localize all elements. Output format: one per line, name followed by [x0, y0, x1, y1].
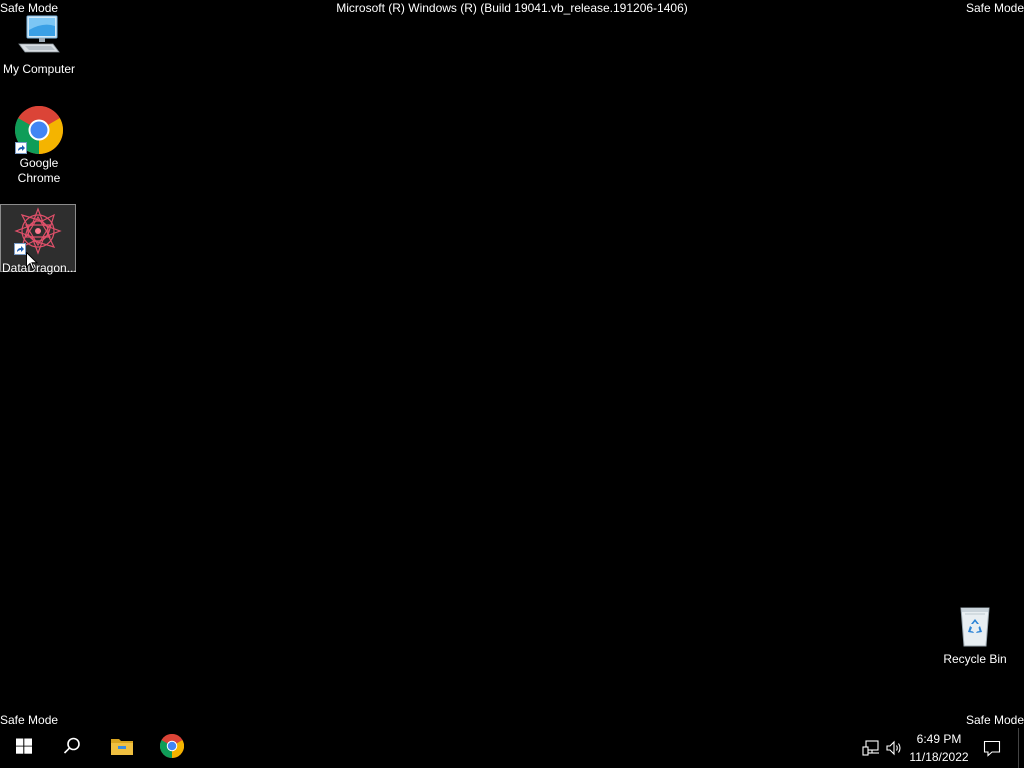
- mouse-cursor-icon: [26, 251, 39, 276]
- safe-mode-label-bottom-left: Safe Mode: [0, 713, 59, 727]
- start-button[interactable]: [0, 728, 48, 768]
- computer-icon: [15, 12, 63, 60]
- network-icon[interactable]: [862, 739, 880, 757]
- chrome-icon: [14, 105, 64, 154]
- taskbar-google-chrome[interactable]: [148, 728, 196, 768]
- datadragon-icon: [14, 207, 62, 255]
- desktop-icon-label: My Computer: [2, 62, 76, 76]
- desktop-icon-label: Google Chrome: [17, 156, 61, 185]
- taskbar: 6:49 PM 11/18/2022: [0, 728, 1024, 768]
- recycle-bin-icon: [951, 602, 999, 650]
- notifications-icon[interactable]: [983, 739, 1001, 757]
- desktop-icon-my-computer[interactable]: My Computer: [1, 12, 77, 77]
- safe-mode-label-bottom-right: Safe Mode: [965, 713, 1024, 727]
- desktop-icon-label: DataDragon...: [2, 261, 77, 275]
- desktop-icon-label: Recycle Bin: [943, 652, 1007, 666]
- chrome-icon: [159, 733, 185, 763]
- safe-mode-label-top-right: Safe Mode: [965, 1, 1024, 15]
- desktop-icon-recycle-bin[interactable]: Recycle Bin: [937, 602, 1013, 667]
- search-icon: [63, 737, 81, 760]
- desktop-icon-datadragon[interactable]: DataDragon...: [0, 204, 77, 275]
- clock-date: 11/18/2022: [909, 750, 969, 764]
- shortcut-arrow-icon: [14, 243, 26, 255]
- search-button[interactable]: [48, 728, 96, 768]
- volume-icon[interactable]: [885, 739, 903, 757]
- build-version-text: Microsoft (R) Windows (R) (Build 19041.v…: [336, 1, 688, 15]
- taskbar-clock[interactable]: 6:49 PM 11/18/2022: [904, 730, 974, 766]
- file-explorer-icon: [110, 736, 134, 761]
- windows-start-icon: [16, 738, 32, 759]
- taskbar-file-explorer[interactable]: [98, 728, 146, 768]
- clock-time: 6:49 PM: [916, 732, 962, 746]
- desktop-icon-google-chrome[interactable]: Google Chrome: [1, 105, 77, 186]
- show-desktop-button[interactable]: [1018, 728, 1024, 768]
- shortcut-arrow-icon: [15, 142, 27, 154]
